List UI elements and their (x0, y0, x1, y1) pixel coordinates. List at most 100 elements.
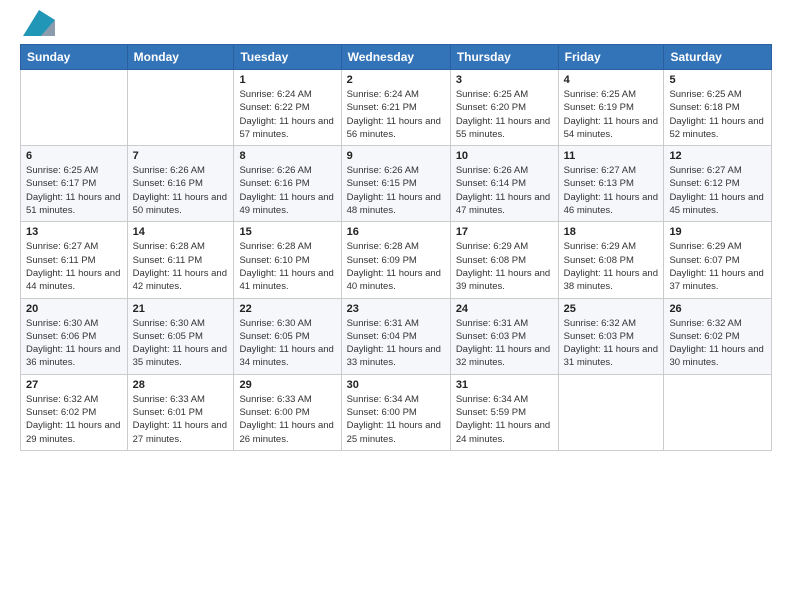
day-info: Sunrise: 6:28 AM Sunset: 6:09 PM Dayligh… (347, 240, 445, 293)
day-number: 1 (239, 74, 335, 86)
day-header-friday: Friday (558, 45, 664, 70)
day-cell (21, 70, 128, 146)
day-header-monday: Monday (127, 45, 234, 70)
day-cell: 28 Sunrise: 6:33 AM Sunset: 6:01 PM Dayli… (127, 374, 234, 450)
day-info: Sunrise: 6:27 AM Sunset: 6:11 PM Dayligh… (26, 240, 122, 293)
day-info: Sunrise: 6:34 AM Sunset: 6:00 PM Dayligh… (347, 393, 445, 446)
day-number: 30 (347, 379, 445, 391)
day-info: Sunrise: 6:30 AM Sunset: 6:05 PM Dayligh… (133, 317, 229, 370)
day-cell (664, 374, 772, 450)
day-cell: 19 Sunrise: 6:29 AM Sunset: 6:07 PM Dayli… (664, 222, 772, 298)
day-number: 19 (669, 226, 766, 238)
day-number: 15 (239, 226, 335, 238)
day-info: Sunrise: 6:26 AM Sunset: 6:16 PM Dayligh… (239, 164, 335, 217)
day-header-wednesday: Wednesday (341, 45, 450, 70)
day-cell: 3 Sunrise: 6:25 AM Sunset: 6:20 PM Daylig… (450, 70, 558, 146)
day-number: 13 (26, 226, 122, 238)
day-info: Sunrise: 6:28 AM Sunset: 6:11 PM Dayligh… (133, 240, 229, 293)
day-number: 21 (133, 303, 229, 315)
day-cell: 11Sunrise: 6:27 AM Sunset: 6:13 PM Dayli… (558, 146, 664, 222)
day-cell: 5 Sunrise: 6:25 AM Sunset: 6:18 PM Daylig… (664, 70, 772, 146)
day-cell (127, 70, 234, 146)
day-number: 29 (239, 379, 335, 391)
day-cell: 12 Sunrise: 6:27 AM Sunset: 6:12 PM Dayli… (664, 146, 772, 222)
week-row-4: 20Sunrise: 6:30 AM Sunset: 6:06 PM Dayli… (21, 298, 772, 374)
day-number: 9 (347, 150, 445, 162)
day-number: 7 (133, 150, 229, 162)
day-number: 6 (26, 150, 122, 162)
day-number: 5 (669, 74, 766, 86)
day-number: 26 (669, 303, 766, 315)
day-cell: 6 Sunrise: 6:25 AM Sunset: 6:17 PM Daylig… (21, 146, 128, 222)
day-info: Sunrise: 6:25 AM Sunset: 6:19 PM Dayligh… (564, 88, 659, 141)
day-cell: 10 Sunrise: 6:26 AM Sunset: 6:14 PM Dayli… (450, 146, 558, 222)
logo (20, 18, 55, 36)
day-number: 25 (564, 303, 659, 315)
day-cell: 30 Sunrise: 6:34 AM Sunset: 6:00 PM Dayli… (341, 374, 450, 450)
day-info: Sunrise: 6:27 AM Sunset: 6:13 PM Dayligh… (564, 164, 659, 217)
day-cell: 26 Sunrise: 6:32 AM Sunset: 6:02 PM Dayli… (664, 298, 772, 374)
day-cell: 25 Sunrise: 6:32 AM Sunset: 6:03 PM Dayli… (558, 298, 664, 374)
day-number: 17 (456, 226, 553, 238)
day-info: Sunrise: 6:29 AM Sunset: 6:07 PM Dayligh… (669, 240, 766, 293)
day-info: Sunrise: 6:24 AM Sunset: 6:22 PM Dayligh… (239, 88, 335, 141)
day-cell: 16 Sunrise: 6:28 AM Sunset: 6:09 PM Dayli… (341, 222, 450, 298)
day-cell: 15 Sunrise: 6:28 AM Sunset: 6:10 PM Dayli… (234, 222, 341, 298)
day-number: 8 (239, 150, 335, 162)
day-number: 27 (26, 379, 122, 391)
day-cell: 8 Sunrise: 6:26 AM Sunset: 6:16 PM Daylig… (234, 146, 341, 222)
day-cell: 7 Sunrise: 6:26 AM Sunset: 6:16 PM Daylig… (127, 146, 234, 222)
day-info: Sunrise: 6:25 AM Sunset: 6:18 PM Dayligh… (669, 88, 766, 141)
day-cell: 21 Sunrise: 6:30 AM Sunset: 6:05 PM Dayli… (127, 298, 234, 374)
day-cell: 27 Sunrise: 6:32 AM Sunset: 6:02 PM Dayli… (21, 374, 128, 450)
day-info: Sunrise: 6:32 AM Sunset: 6:02 PM Dayligh… (669, 317, 766, 370)
day-cell: 14Sunrise: 6:28 AM Sunset: 6:11 PM Dayli… (127, 222, 234, 298)
day-cell (558, 374, 664, 450)
day-cell: 2Sunrise: 6:24 AM Sunset: 6:21 PM Daylig… (341, 70, 450, 146)
day-header-sunday: Sunday (21, 45, 128, 70)
day-cell: 23Sunrise: 6:31 AM Sunset: 6:04 PM Dayli… (341, 298, 450, 374)
day-number: 24 (456, 303, 553, 315)
day-info: Sunrise: 6:31 AM Sunset: 6:04 PM Dayligh… (347, 317, 445, 370)
day-info: Sunrise: 6:27 AM Sunset: 6:12 PM Dayligh… (669, 164, 766, 217)
day-cell: 24 Sunrise: 6:31 AM Sunset: 6:03 PM Dayli… (450, 298, 558, 374)
day-number: 12 (669, 150, 766, 162)
day-info: Sunrise: 6:25 AM Sunset: 6:20 PM Dayligh… (456, 88, 553, 141)
day-number: 28 (133, 379, 229, 391)
day-number: 16 (347, 226, 445, 238)
day-info: Sunrise: 6:33 AM Sunset: 6:01 PM Dayligh… (133, 393, 229, 446)
header (0, 0, 792, 44)
day-cell: 22Sunrise: 6:30 AM Sunset: 6:05 PM Dayli… (234, 298, 341, 374)
day-info: Sunrise: 6:28 AM Sunset: 6:10 PM Dayligh… (239, 240, 335, 293)
day-info: Sunrise: 6:33 AM Sunset: 6:00 PM Dayligh… (239, 393, 335, 446)
day-info: Sunrise: 6:34 AM Sunset: 5:59 PM Dayligh… (456, 393, 553, 446)
day-number: 3 (456, 74, 553, 86)
day-cell: 9 Sunrise: 6:26 AM Sunset: 6:15 PM Daylig… (341, 146, 450, 222)
day-number: 10 (456, 150, 553, 162)
day-info: Sunrise: 6:26 AM Sunset: 6:15 PM Dayligh… (347, 164, 445, 217)
week-row-5: 27 Sunrise: 6:32 AM Sunset: 6:02 PM Dayli… (21, 374, 772, 450)
page: SundayMondayTuesdayWednesdayThursdayFrid… (0, 0, 792, 612)
day-cell: 18Sunrise: 6:29 AM Sunset: 6:08 PM Dayli… (558, 222, 664, 298)
day-info: Sunrise: 6:26 AM Sunset: 6:14 PM Dayligh… (456, 164, 553, 217)
day-cell: 17 Sunrise: 6:29 AM Sunset: 6:08 PM Dayli… (450, 222, 558, 298)
day-info: Sunrise: 6:24 AM Sunset: 6:21 PM Dayligh… (347, 88, 445, 141)
week-row-3: 13 Sunrise: 6:27 AM Sunset: 6:11 PM Dayli… (21, 222, 772, 298)
day-info: Sunrise: 6:26 AM Sunset: 6:16 PM Dayligh… (133, 164, 229, 217)
day-cell: 31Sunrise: 6:34 AM Sunset: 5:59 PM Dayli… (450, 374, 558, 450)
week-row-1: 1 Sunrise: 6:24 AM Sunset: 6:22 PM Daylig… (21, 70, 772, 146)
day-cell: 20Sunrise: 6:30 AM Sunset: 6:06 PM Dayli… (21, 298, 128, 374)
day-info: Sunrise: 6:32 AM Sunset: 6:03 PM Dayligh… (564, 317, 659, 370)
day-cell: 29 Sunrise: 6:33 AM Sunset: 6:00 PM Dayli… (234, 374, 341, 450)
day-info: Sunrise: 6:30 AM Sunset: 6:05 PM Dayligh… (239, 317, 335, 370)
day-number: 18 (564, 226, 659, 238)
day-info: Sunrise: 6:25 AM Sunset: 6:17 PM Dayligh… (26, 164, 122, 217)
day-cell: 4Sunrise: 6:25 AM Sunset: 6:19 PM Daylig… (558, 70, 664, 146)
day-header-saturday: Saturday (664, 45, 772, 70)
day-info: Sunrise: 6:32 AM Sunset: 6:02 PM Dayligh… (26, 393, 122, 446)
calendar-table: SundayMondayTuesdayWednesdayThursdayFrid… (20, 44, 772, 451)
day-info: Sunrise: 6:31 AM Sunset: 6:03 PM Dayligh… (456, 317, 553, 370)
day-number: 20 (26, 303, 122, 315)
day-cell: 13 Sunrise: 6:27 AM Sunset: 6:11 PM Dayli… (21, 222, 128, 298)
day-info: Sunrise: 6:29 AM Sunset: 6:08 PM Dayligh… (456, 240, 553, 293)
